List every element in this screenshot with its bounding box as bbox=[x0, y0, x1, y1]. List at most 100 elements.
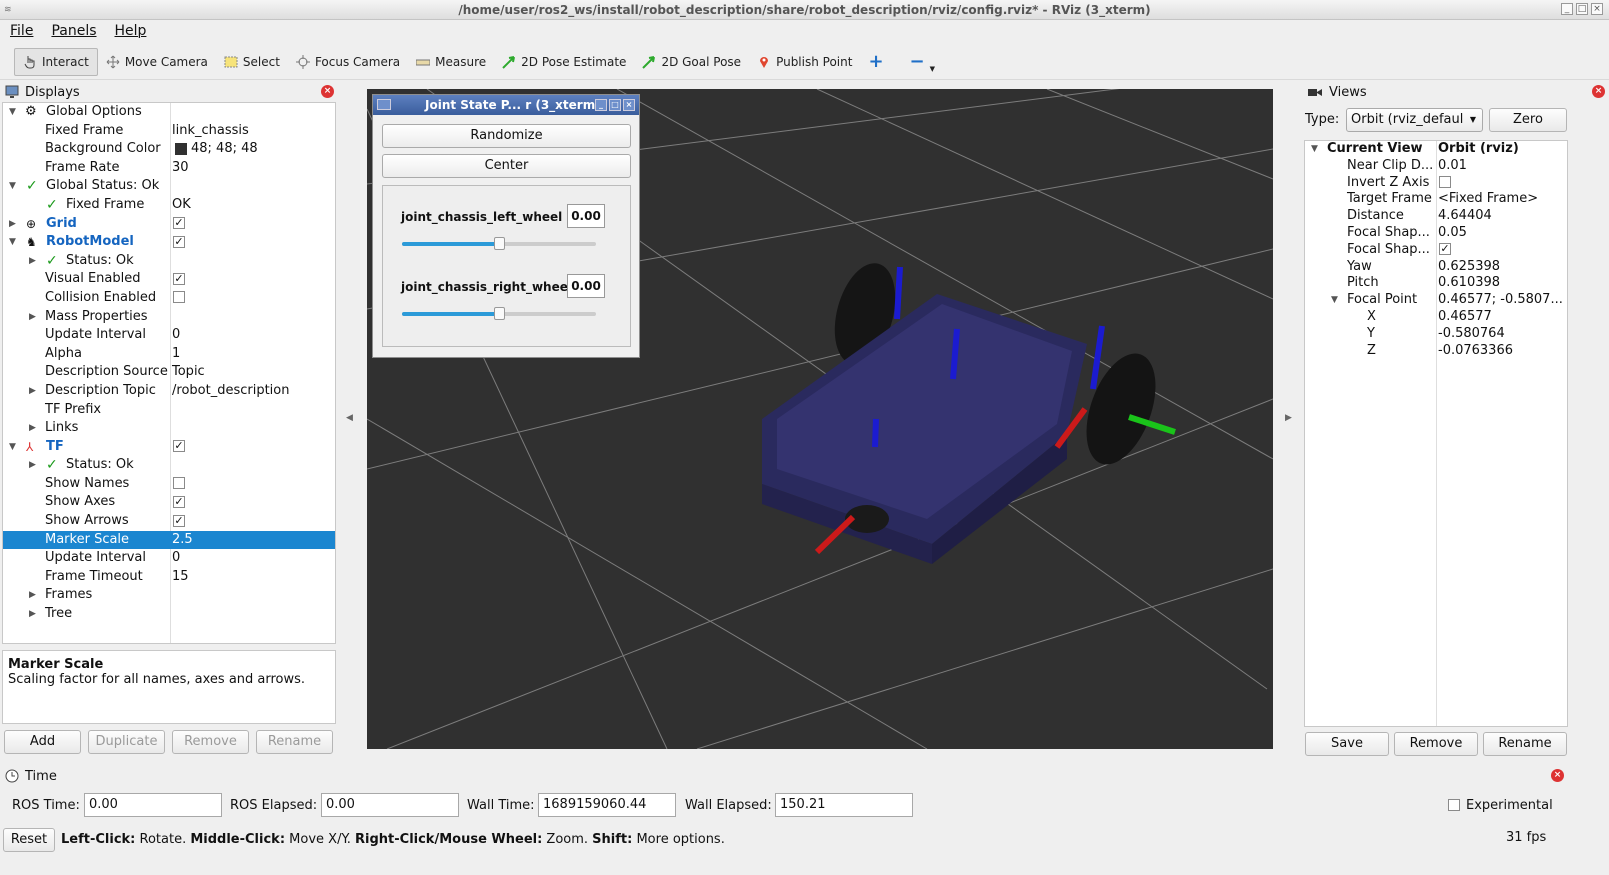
view-row-y[interactable]: Y -0.580764 bbox=[1305, 326, 1567, 343]
tree-row-rm-status[interactable]: ▶ ✓ Status: Ok bbox=[3, 252, 335, 271]
left-wheel-slider[interactable] bbox=[402, 237, 596, 250]
right-wheel-value[interactable]: 0.00 bbox=[567, 274, 605, 298]
view-row-focal-shape-fixed[interactable]: Focal Shap... ✓ bbox=[1305, 242, 1567, 259]
view-row-focal-point[interactable]: ▼ Focal Point 0.46577; -0.5807... bbox=[1305, 292, 1567, 309]
tree-row-robot-model[interactable]: ▼ ♞ RobotModel ✓ bbox=[3, 233, 335, 252]
tree-row-alpha[interactable]: Alpha 1 bbox=[3, 345, 335, 364]
tree-row-frame-rate[interactable]: Frame Rate 30 bbox=[3, 159, 335, 178]
experimental-checkbox[interactable] bbox=[1448, 799, 1460, 811]
focal-shape-fixed-checkbox[interactable]: ✓ bbox=[1439, 243, 1451, 256]
robot-model-enabled-checkbox[interactable]: ✓ bbox=[173, 235, 185, 248]
grid-enabled-checkbox[interactable]: ✓ bbox=[173, 217, 185, 230]
remove-view-button[interactable]: Remove bbox=[1394, 732, 1478, 756]
left-wheel-value[interactable]: 0.00 bbox=[567, 204, 605, 228]
pose-estimate-tool-button[interactable]: 2D Pose Estimate bbox=[494, 48, 634, 76]
view-row-yaw[interactable]: Yaw 0.625398 bbox=[1305, 259, 1567, 276]
maximize-window-icon[interactable]: □ bbox=[1576, 3, 1588, 15]
tree-row-tf-update-interval[interactable]: Update Interval 0 bbox=[3, 549, 335, 568]
rename-view-button[interactable]: Rename bbox=[1483, 732, 1567, 756]
window-menu-icon[interactable] bbox=[377, 99, 391, 110]
close-displays-icon[interactable]: × bbox=[321, 85, 334, 98]
slider-handle[interactable] bbox=[494, 307, 505, 320]
minimize-icon[interactable]: _ bbox=[595, 99, 607, 111]
view-row-pitch[interactable]: Pitch 0.610398 bbox=[1305, 275, 1567, 292]
tree-row-gs-fixed-frame[interactable]: ✓ Fixed Frame OK bbox=[3, 196, 335, 215]
view-row-z[interactable]: Z -0.0763366 bbox=[1305, 343, 1567, 360]
show-names-checkbox[interactable] bbox=[173, 477, 185, 490]
view-row-x[interactable]: X 0.46577 bbox=[1305, 309, 1567, 326]
ros-time-field[interactable]: 0.00 bbox=[84, 793, 222, 817]
left-splitter-arrow-icon[interactable]: ◀ bbox=[346, 413, 353, 423]
close-time-icon[interactable]: × bbox=[1551, 769, 1564, 782]
tree-row-marker-scale[interactable]: Marker Scale 2.5 bbox=[3, 530, 335, 550]
tree-row-links[interactable]: ▶ Links bbox=[3, 419, 335, 438]
menu-panels[interactable]: Panels bbox=[51, 23, 96, 39]
minimize-window-icon[interactable]: _ bbox=[1561, 3, 1573, 15]
menu-help[interactable]: Help bbox=[115, 23, 147, 39]
close-views-icon[interactable]: × bbox=[1592, 85, 1605, 98]
interact-tool-button[interactable]: Interact bbox=[14, 47, 98, 76]
view-type-select[interactable]: Orbit (rviz_defaul ▼ bbox=[1346, 108, 1483, 132]
show-arrows-checkbox[interactable]: ✓ bbox=[173, 514, 185, 527]
visual-enabled-checkbox[interactable]: ✓ bbox=[173, 272, 185, 285]
view-row-near-clip[interactable]: Near Clip D... 0.01 bbox=[1305, 158, 1567, 175]
close-icon[interactable]: × bbox=[623, 99, 635, 111]
save-view-button[interactable]: Save bbox=[1305, 732, 1389, 756]
tree-row-global-options[interactable]: ▼ ⚙ Global Options bbox=[3, 103, 335, 122]
wall-time-field[interactable]: 1689159060.44 bbox=[538, 793, 676, 817]
tree-row-show-axes[interactable]: Show Axes ✓ bbox=[3, 493, 335, 512]
right-wheel-slider[interactable] bbox=[402, 307, 596, 320]
add-display-button[interactable]: Add bbox=[4, 730, 81, 754]
right-splitter-arrow-icon[interactable]: ▶ bbox=[1285, 413, 1292, 423]
randomize-button[interactable]: Randomize bbox=[382, 124, 631, 148]
reset-button[interactable]: Reset bbox=[3, 828, 55, 852]
zero-button[interactable]: Zero bbox=[1489, 108, 1567, 132]
slider-handle[interactable] bbox=[494, 237, 505, 250]
publish-point-tool-button[interactable]: Publish Point bbox=[749, 48, 860, 76]
wall-elapsed-field[interactable]: 150.21 bbox=[775, 793, 913, 817]
remove-display-button[interactable]: Remove bbox=[172, 730, 249, 754]
joint-panel-titlebar[interactable]: Joint State P... r (3_xterm) _ □ × bbox=[373, 95, 639, 115]
center-button[interactable]: Center bbox=[382, 154, 631, 178]
view-row-current-view[interactable]: ▼ Current View Orbit (rviz) bbox=[1305, 141, 1567, 158]
tree-row-global-status[interactable]: ▼ ✓ Global Status: Ok bbox=[3, 177, 335, 196]
tree-row-tree[interactable]: ▶ Tree bbox=[3, 605, 335, 624]
tree-row-update-interval[interactable]: Update Interval 0 bbox=[3, 326, 335, 345]
tree-row-collision-enabled[interactable]: Collision Enabled bbox=[3, 289, 335, 308]
tree-row-tf[interactable]: ▼ ⅄ TF ✓ bbox=[3, 438, 335, 457]
view-row-focal-shape-size[interactable]: Focal Shap... 0.05 bbox=[1305, 225, 1567, 242]
remove-tool-button[interactable]: − ▼ bbox=[902, 48, 943, 76]
ros-elapsed-field[interactable]: 0.00 bbox=[321, 793, 459, 817]
measure-tool-button[interactable]: Measure bbox=[408, 48, 494, 76]
tree-row-description-source[interactable]: Description Source Topic bbox=[3, 363, 335, 382]
tree-row-frame-timeout[interactable]: Frame Timeout 15 bbox=[3, 568, 335, 587]
view-row-distance[interactable]: Distance 4.64404 bbox=[1305, 208, 1567, 225]
focus-camera-tool-button[interactable]: Focus Camera bbox=[288, 48, 408, 76]
show-axes-checkbox[interactable]: ✓ bbox=[173, 495, 185, 508]
collision-enabled-checkbox[interactable] bbox=[173, 291, 185, 304]
view-row-invert-z[interactable]: Invert Z Axis bbox=[1305, 175, 1567, 192]
menu-file[interactable]: File bbox=[10, 23, 33, 39]
tree-row-background-color[interactable]: Background Color 48; 48; 48 bbox=[3, 140, 335, 159]
maximize-icon[interactable]: □ bbox=[609, 99, 621, 111]
tree-row-grid[interactable]: ▶ ⊕ Grid ✓ bbox=[3, 215, 335, 234]
close-window-icon[interactable]: × bbox=[1591, 3, 1603, 15]
tree-row-tf-prefix[interactable]: TF Prefix bbox=[3, 401, 335, 420]
tree-row-tf-status[interactable]: ▶ ✓ Status: Ok bbox=[3, 456, 335, 475]
rename-display-button[interactable]: Rename bbox=[256, 730, 333, 754]
view-row-target-frame[interactable]: Target Frame <Fixed Frame> bbox=[1305, 191, 1567, 208]
select-tool-button[interactable]: Select bbox=[216, 48, 288, 76]
tree-row-fixed-frame[interactable]: Fixed Frame link_chassis bbox=[3, 122, 335, 141]
tree-row-visual-enabled[interactable]: Visual Enabled ✓ bbox=[3, 270, 335, 289]
add-tool-button[interactable]: + bbox=[860, 48, 891, 76]
tree-row-show-arrows[interactable]: Show Arrows ✓ bbox=[3, 512, 335, 531]
tree-row-mass-properties[interactable]: ▶ Mass Properties bbox=[3, 308, 335, 327]
tree-row-frames[interactable]: ▶ Frames bbox=[3, 586, 335, 605]
tree-row-description-topic[interactable]: ▶ Description Topic/robot_description bbox=[3, 382, 335, 401]
duplicate-display-button[interactable]: Duplicate bbox=[88, 730, 165, 754]
tree-row-show-names[interactable]: Show Names bbox=[3, 475, 335, 494]
invert-z-checkbox[interactable] bbox=[1439, 176, 1451, 189]
goal-pose-tool-button[interactable]: 2D Goal Pose bbox=[634, 48, 749, 76]
move-camera-tool-button[interactable]: Move Camera bbox=[98, 48, 216, 76]
tf-enabled-checkbox[interactable]: ✓ bbox=[173, 440, 185, 453]
